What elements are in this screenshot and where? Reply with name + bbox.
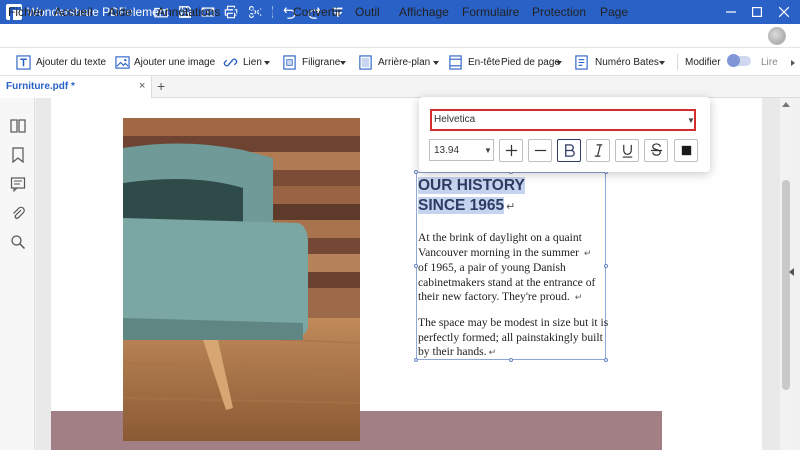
underline-button[interactable]: [615, 139, 639, 162]
watermark-dropdown-caret[interactable]: [340, 61, 346, 65]
document-tab-label[interactable]: Furniture.pdf *: [6, 81, 75, 92]
attachment-icon[interactable]: [9, 204, 26, 221]
add-text-icon[interactable]: [15, 54, 31, 70]
ribbon-more-arrow[interactable]: [791, 60, 795, 66]
close-window-button[interactable]: [771, 0, 797, 24]
paragraph-line[interactable]: At the brink of daylight on a quaint: [418, 231, 595, 246]
add-text-button[interactable]: Ajouter du texte: [36, 57, 106, 68]
menu-modifier[interactable]: Modifier: [232, 5, 275, 19]
header-footer-dropdown-caret[interactable]: [556, 61, 562, 65]
return-mark: ↵: [506, 201, 516, 213]
text-color-button[interactable]: [674, 139, 698, 162]
maximize-button[interactable]: [744, 0, 770, 24]
bold-icon: [564, 144, 575, 157]
return-mark: ↵: [488, 348, 497, 358]
scroll-up-arrow[interactable]: [782, 102, 790, 107]
link-dropdown-caret[interactable]: [264, 61, 270, 65]
heading-line[interactable]: OUR HISTORY: [418, 177, 525, 194]
paragraph-line[interactable]: of 1965, a pair of young Danish: [418, 261, 595, 276]
paragraph-1[interactable]: At the brink of daylight on a quaint Van…: [418, 231, 595, 306]
add-image-icon[interactable]: [114, 54, 130, 70]
menu-page[interactable]: Page: [600, 5, 628, 19]
expand-right-panel-arrow[interactable]: [789, 268, 794, 276]
edit-mode-label: Modifier: [685, 57, 721, 68]
paragraph-line[interactable]: cabinetmakers stand at the entrance of: [418, 276, 595, 291]
menu-outil[interactable]: Outil: [355, 5, 380, 19]
menu-convertir[interactable]: Convertir: [293, 5, 342, 19]
paragraph-2[interactable]: The space may be modest in size but it i…: [418, 316, 608, 361]
menu-affichage[interactable]: Affichage: [399, 5, 449, 19]
font-size-value[interactable]: 13.94: [434, 145, 459, 156]
menu-accueil[interactable]: Accueil: [54, 5, 93, 19]
minimize-icon: [726, 11, 736, 13]
active-menu-indicator: [232, 21, 274, 23]
menu-formulaire[interactable]: Formulaire: [462, 5, 519, 19]
watermark-icon[interactable]: [281, 54, 297, 70]
footer-button[interactable]: Pied de page: [501, 57, 560, 68]
font-family-value[interactable]: Helvetica: [434, 114, 475, 125]
chevron-down-icon[interactable]: ▼: [687, 116, 695, 125]
menu-annotations[interactable]: Annotations: [157, 5, 220, 19]
document-heading[interactable]: OUR HISTORY SINCE 1965 ↵: [418, 176, 525, 217]
increase-size-button[interactable]: [499, 139, 523, 162]
search-icon[interactable]: [9, 233, 26, 250]
maximize-icon: [752, 7, 762, 17]
bold-button[interactable]: [557, 139, 581, 162]
strikethrough-button[interactable]: [644, 139, 668, 162]
armchair-photo[interactable]: [123, 118, 360, 441]
minimize-button[interactable]: [718, 0, 744, 24]
link-button[interactable]: Lien: [243, 57, 262, 68]
chevron-down-icon[interactable]: ▼: [484, 146, 492, 155]
background-icon[interactable]: [357, 54, 373, 70]
paragraph-line[interactable]: their new factory. They're proud.: [418, 290, 570, 303]
bates-dropdown-caret[interactable]: [659, 61, 665, 65]
menu-fichier[interactable]: Fichier: [8, 5, 44, 19]
comment-icon[interactable]: [9, 175, 26, 192]
decrease-size-icon: [534, 149, 546, 152]
increase-size-icon: [505, 144, 517, 157]
scroll-thumb[interactable]: [782, 180, 790, 390]
add-image-button[interactable]: Ajouter une image: [134, 57, 215, 68]
paragraph-line[interactable]: perfectly formed; all painstakingly buil…: [418, 331, 608, 346]
menu-bar: [0, 24, 800, 48]
background-dropdown-caret[interactable]: [433, 61, 439, 65]
user-avatar[interactable]: [768, 27, 786, 45]
resize-handle[interactable]: [604, 264, 608, 268]
ribbon-separator: [677, 54, 678, 70]
italic-icon: [594, 144, 602, 157]
menu-protection[interactable]: Protection: [532, 5, 586, 19]
new-tab-button[interactable]: +: [157, 78, 165, 94]
text-color-icon: [681, 145, 691, 156]
watermark-button[interactable]: Filigrane: [302, 57, 340, 68]
thumbnails-icon[interactable]: [9, 117, 26, 134]
decrease-size-button[interactable]: [528, 139, 552, 162]
menu-aide[interactable]: Aide: [108, 5, 132, 19]
bates-number-icon[interactable]: [573, 54, 589, 70]
underline-icon: [622, 144, 632, 158]
background-button[interactable]: Arrière-plan: [378, 57, 430, 68]
read-mode-label: Lire: [761, 57, 778, 68]
italic-button[interactable]: [586, 139, 610, 162]
resize-handle[interactable]: [414, 170, 418, 174]
app-title: Wondershare PDFelement: [27, 5, 169, 19]
bookmark-icon[interactable]: [9, 146, 26, 163]
heading-line[interactable]: SINCE 1965: [418, 197, 505, 214]
strikethrough-icon: [650, 143, 662, 156]
paragraph-line[interactable]: by their hands.: [418, 345, 487, 358]
toggle-knob[interactable]: [727, 54, 740, 67]
bates-number-button[interactable]: Numéro Bates: [595, 57, 659, 68]
close-tab-button[interactable]: ×: [139, 80, 145, 92]
paragraph-line[interactable]: The space may be modest in size but it i…: [418, 316, 608, 331]
paragraph-line[interactable]: Vancouver morning in the summer: [418, 246, 579, 259]
header-footer-icon[interactable]: [447, 54, 463, 70]
return-mark: ↵: [574, 293, 583, 303]
return-mark: ↵: [583, 248, 592, 259]
link-icon[interactable]: [222, 54, 238, 70]
close-icon: [779, 7, 789, 17]
header-button[interactable]: En-tête: [468, 57, 500, 68]
